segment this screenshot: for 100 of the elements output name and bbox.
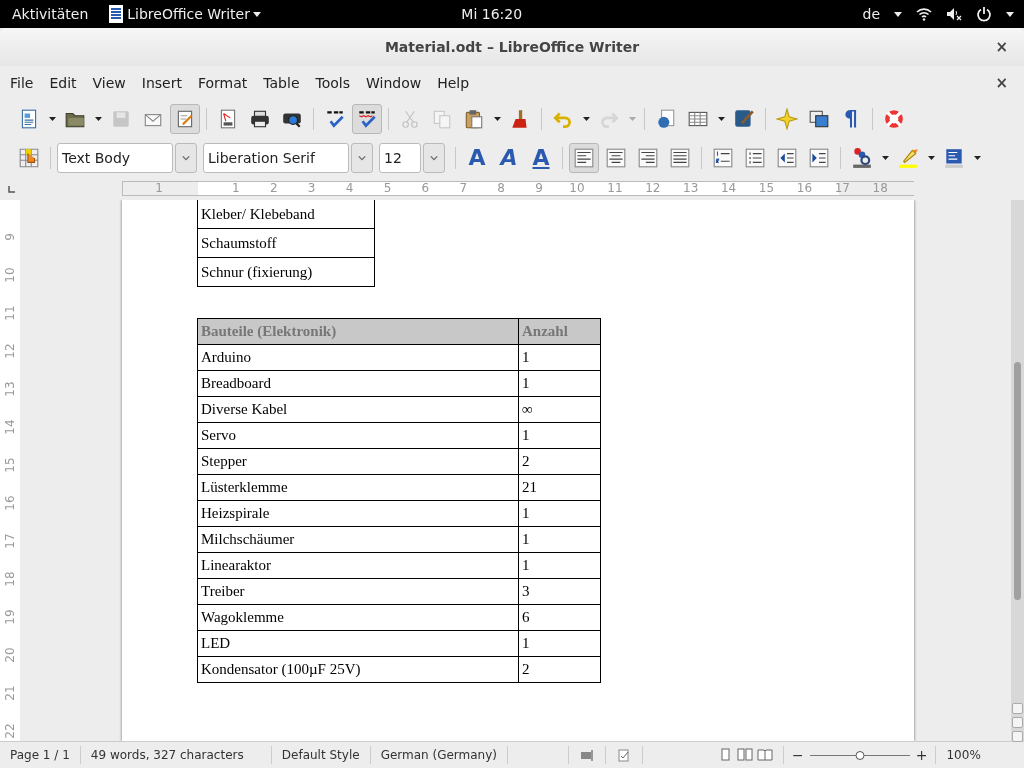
caret-icon[interactable] xyxy=(717,116,725,121)
table-cell: Kleber/ Klebeband xyxy=(197,200,375,229)
menu-item[interactable]: Table xyxy=(255,71,308,95)
table-cell: Servo xyxy=(197,422,519,449)
book-icon[interactable] xyxy=(757,748,773,762)
table-cell: Treiber xyxy=(197,578,519,605)
caret-icon[interactable] xyxy=(973,155,981,160)
table-cell: Stepper xyxy=(197,448,519,475)
caret-icon[interactable] xyxy=(894,11,902,17)
align-center-icon xyxy=(605,146,627,169)
menu-item[interactable]: Tools xyxy=(307,71,358,95)
table-cell: 1 xyxy=(518,500,601,527)
ruler-number: 13 xyxy=(3,381,17,397)
font-color-icon xyxy=(851,146,873,169)
bold-button[interactable]: A xyxy=(462,142,492,173)
caret-icon[interactable] xyxy=(927,155,935,160)
formatting-marks-button[interactable]: ¶ xyxy=(836,103,866,134)
ruler-number: 10 xyxy=(569,181,585,195)
vertical-scrollbar[interactable] xyxy=(1011,200,1024,741)
ruler-number: 2 xyxy=(270,181,278,195)
outdent-icon xyxy=(776,146,798,169)
close-button[interactable]: × xyxy=(993,38,1010,56)
tab-stop-icon[interactable] xyxy=(8,186,15,193)
caret-icon[interactable] xyxy=(582,116,590,121)
ruler-number: 18 xyxy=(3,571,17,587)
menu-item[interactable]: Edit xyxy=(41,71,85,95)
clock-text[interactable]: Mi 16:20 xyxy=(260,6,723,22)
caret-icon[interactable] xyxy=(493,116,501,121)
menu-item[interactable]: Window xyxy=(358,71,430,95)
ruler-number: 9 xyxy=(3,232,17,243)
table-cell: 1 xyxy=(518,526,601,553)
insert-mode-icon[interactable] xyxy=(579,748,595,762)
ruler-number: 17 xyxy=(3,533,17,549)
justify-icon xyxy=(669,146,691,169)
zoom-slider-thumb[interactable] xyxy=(855,750,865,760)
scrollbar-thumb[interactable] xyxy=(1014,362,1021,600)
toolbar-button[interactable] xyxy=(569,142,599,173)
ruler-number: 10 xyxy=(3,267,17,283)
table-cell: Breadboard xyxy=(197,370,519,397)
zoom-in-button[interactable]: + xyxy=(913,747,930,763)
ruler-number: 12 xyxy=(3,343,17,359)
power-icon[interactable] xyxy=(976,6,992,22)
word-count: 49 words, 327 characters xyxy=(80,746,272,764)
font-name-field[interactable]: Liberation Serif xyxy=(203,142,349,173)
caret-icon[interactable] xyxy=(94,116,102,121)
chevron-down-icon xyxy=(430,154,438,161)
table-cell: ∞ xyxy=(518,396,601,423)
keyboard-layout-button[interactable]: de xyxy=(862,6,880,22)
table-cell: 6 xyxy=(518,604,601,631)
table-cell: 1 xyxy=(518,630,601,657)
app-menu-button[interactable]: LibreOffice Writer xyxy=(127,6,250,22)
table-cell: Arduino xyxy=(197,344,519,371)
menu-item[interactable]: Help xyxy=(429,71,478,95)
zoom-percentage[interactable]: 100% xyxy=(936,746,991,764)
ruler-number: 14 xyxy=(720,181,737,195)
close-document-button[interactable]: × xyxy=(993,74,1010,92)
menu-item[interactable]: Format xyxy=(189,71,256,95)
styles-grid-icon xyxy=(18,146,40,169)
font-size-field[interactable]: 12 xyxy=(379,142,421,173)
writer-document-icon xyxy=(108,4,125,24)
ruler-number: 9 xyxy=(535,181,543,195)
zoom-out-button[interactable]: − xyxy=(790,747,806,763)
caret-icon[interactable] xyxy=(48,116,56,121)
ruler-number: 17 xyxy=(834,181,850,195)
ruler-number: 16 xyxy=(796,181,813,195)
table-cell: Kondensator (100µF 25V) xyxy=(197,656,519,683)
drawing-brush-icon xyxy=(733,107,755,130)
menu-item[interactable]: File xyxy=(2,71,42,95)
paragraph-background-icon xyxy=(943,146,965,169)
toolbar-button[interactable] xyxy=(352,103,382,134)
table-cell: Wagoklemme xyxy=(197,604,519,631)
ruler-number: 20 xyxy=(3,647,17,663)
table-cell: 2 xyxy=(518,656,601,683)
table-cell: Heizspirale xyxy=(197,500,519,527)
paragraph-style-field[interactable]: Text Body xyxy=(57,142,173,173)
bulleted-list-icon xyxy=(744,146,766,169)
italic-button[interactable]: A xyxy=(494,142,524,173)
menu-item[interactable]: View xyxy=(84,71,134,95)
caret-icon[interactable] xyxy=(1006,11,1014,17)
caret-icon[interactable] xyxy=(252,11,261,17)
table-cell: 1 xyxy=(518,370,601,397)
document-check-icon[interactable] xyxy=(616,748,632,762)
underline-button[interactable]: A xyxy=(526,142,556,173)
chevron-down-icon xyxy=(358,154,366,161)
ruler-number: 15 xyxy=(3,457,17,473)
ruler-number: 11 xyxy=(607,181,623,195)
ruler-number: 8 xyxy=(497,181,505,195)
ruler-number: 4 xyxy=(345,181,354,195)
ruler-number: 11 xyxy=(3,305,17,321)
globe-page-icon xyxy=(655,107,677,130)
language: German (Germany) xyxy=(370,746,508,764)
two-pages-icon[interactable] xyxy=(737,748,753,762)
column-header: Anzahl xyxy=(518,318,601,345)
muted-speaker-icon[interactable] xyxy=(946,7,962,21)
caret-icon[interactable] xyxy=(881,155,889,160)
star-icon xyxy=(776,107,798,130)
ruler-number: 1 xyxy=(155,181,163,195)
wifi-icon[interactable] xyxy=(916,7,932,21)
activities-button[interactable]: Aktivitäten xyxy=(12,6,89,22)
menu-item[interactable]: Insert xyxy=(133,71,190,95)
